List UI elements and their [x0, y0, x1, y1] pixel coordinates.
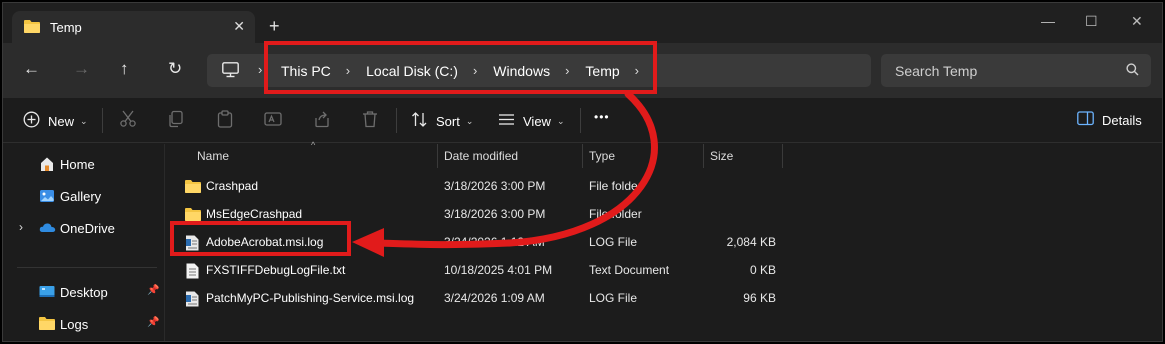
annotation-arrow	[352, 90, 658, 257]
